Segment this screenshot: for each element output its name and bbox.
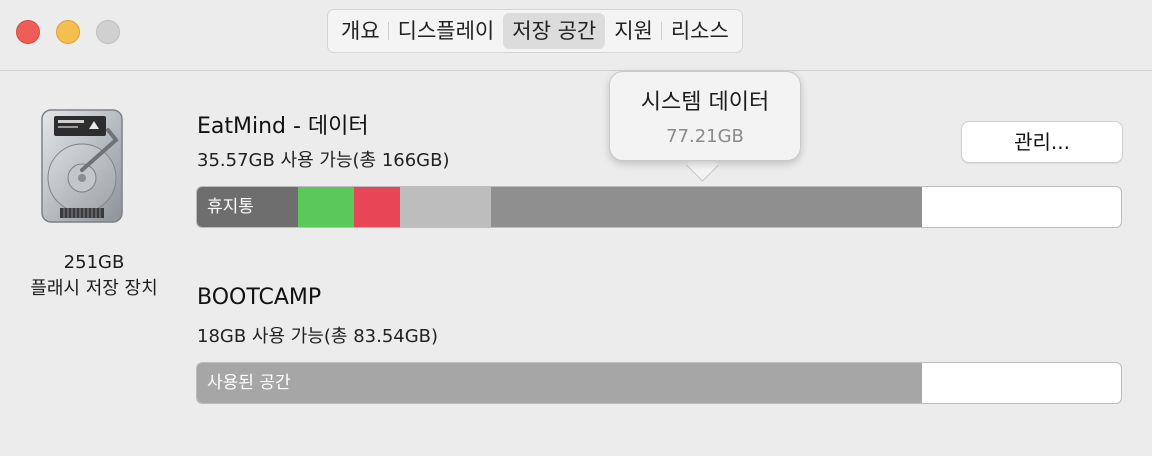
- tab-overview[interactable]: 개요: [332, 13, 389, 49]
- storage-segment-label: 사용된 공간: [207, 373, 291, 393]
- tab-storage[interactable]: 저장 공간: [503, 13, 606, 49]
- minimize-window-button[interactable]: [56, 20, 80, 44]
- storage-tooltip: 시스템 데이터 77.21GB: [609, 71, 801, 161]
- storage-segment[interactable]: 사용된 공간: [197, 363, 923, 403]
- close-window-button[interactable]: [16, 20, 40, 44]
- tab-resources[interactable]: 리소스: [660, 13, 738, 49]
- title-bar: 개요 디스플레이 저장 공간 지원 리소스: [0, 0, 1152, 71]
- device-type: 플래시 저장 장치: [30, 278, 158, 299]
- tooltip-value: 77.21GB: [666, 126, 744, 147]
- storage-segment[interactable]: [297, 187, 355, 227]
- storage-segment[interactable]: [400, 187, 491, 227]
- tab-bar: 개요 디스플레이 저장 공간 지원 리소스: [327, 9, 743, 53]
- device-caption: 251GB 플래시 저장 장치: [10, 250, 178, 302]
- manage-button[interactable]: 관리...: [961, 121, 1123, 163]
- volume-name: BOOTCAMP: [197, 285, 322, 310]
- storage-bar: 사용된 공간: [196, 362, 1122, 404]
- device-capacity: 251GB: [63, 252, 125, 273]
- storage-segment[interactable]: [490, 187, 923, 227]
- tooltip-title: 시스템 데이터: [640, 90, 770, 115]
- volume-name: EatMind - 데이터: [197, 114, 369, 139]
- volume-info: 35.57GB 사용 가능(총 166GB): [197, 150, 450, 171]
- hard-drive-icon: [41, 109, 123, 223]
- tab-support[interactable]: 지원: [605, 13, 662, 49]
- storage-segment[interactable]: 휴지통: [197, 187, 298, 227]
- zoom-window-button[interactable]: [96, 20, 120, 44]
- tab-displays[interactable]: 디스플레이: [387, 13, 504, 49]
- storage-segment[interactable]: [354, 187, 401, 227]
- volume-info: 18GB 사용 가능(총 83.54GB): [197, 326, 439, 347]
- storage-segment-label: 휴지통: [207, 197, 254, 217]
- storage-bar: 휴지통: [196, 186, 1122, 228]
